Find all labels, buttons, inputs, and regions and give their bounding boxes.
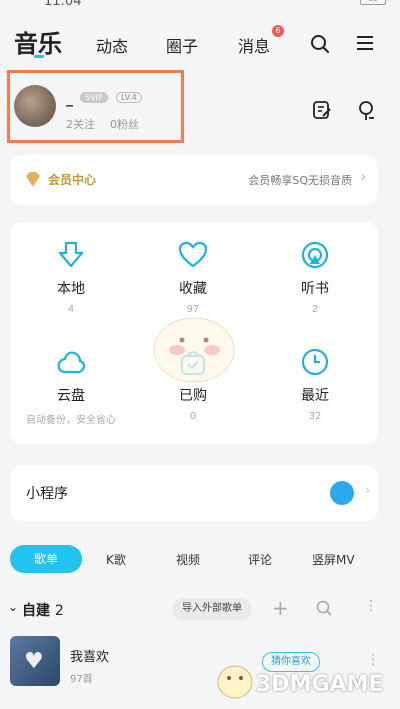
tab-messages[interactable]: 消息 <box>238 33 270 57</box>
profile-card[interactable]: _ SVIP LV.4 2关注 0粉丝 <box>7 70 184 143</box>
grid-item-local[interactable]: 本地 4 <box>10 240 132 340</box>
grid-item-label: 本地 <box>57 281 85 297</box>
tab-karaoke[interactable]: K歌 <box>106 551 126 568</box>
battery-icon: 86 <box>360 0 386 5</box>
chevron-right-icon: › <box>365 483 370 497</box>
tab-videos[interactable]: 视频 <box>176 551 200 568</box>
svip-badge: SVIP <box>80 92 108 103</box>
grid-item-label: 听书 <box>301 281 329 297</box>
grid-item-label: 云盘 <box>57 388 85 404</box>
tab-feed[interactable]: 动态 <box>96 33 128 57</box>
grid-item-count: 4 <box>67 304 75 315</box>
vip-promo-text: 会员畅享SQ无损音质 <box>248 174 352 187</box>
grid-item-count: 2 <box>311 304 319 315</box>
level-badge: LV.4 <box>116 92 142 103</box>
tab-playlists[interactable]: 歌单 <box>10 545 82 573</box>
mini-program-label: 小程序 <box>26 486 68 502</box>
playlist-cover: ♥ <box>10 636 60 686</box>
self-built-header: ⌄ 自建 2 导入外部歌单 + ⋮ <box>8 596 392 620</box>
fans-count[interactable]: 0粉丝 <box>110 116 139 132</box>
playlist-title: 我喜欢 <box>70 650 110 665</box>
grid-item-label: 收藏 <box>179 281 207 297</box>
tab-circle[interactable]: 圈子 <box>166 33 198 57</box>
mini-program-card[interactable]: 小程序 › <box>10 465 378 521</box>
heart-icon: ♥ <box>24 649 44 674</box>
search-icon[interactable] <box>310 34 330 54</box>
message-badge: 6 <box>272 25 284 37</box>
grid-item-count: 32 <box>308 411 322 422</box>
active-tab-indicator <box>34 55 44 58</box>
grid-item-subtitle: 自动备份，安全省心 <box>26 415 116 426</box>
tab-comments[interactable]: 评论 <box>248 551 272 568</box>
chevron-right-icon: › <box>360 170 366 185</box>
following-count[interactable]: 2关注 <box>66 116 95 132</box>
tab-music-label: 音乐 <box>14 30 62 58</box>
top-nav: 音乐 动态 圈子 消息 6 <box>0 24 400 64</box>
avatar[interactable] <box>14 85 56 127</box>
profile-name: _ <box>66 91 73 107</box>
grid-item-recent[interactable]: 最近 32 <box>254 347 376 447</box>
microphone-icon[interactable] <box>356 100 376 122</box>
diamond-icon <box>26 172 40 187</box>
heart-icon <box>178 241 208 268</box>
grid-item-audiobook[interactable]: 听书 2 <box>254 240 376 340</box>
status-bar: 11:04 86 <box>0 0 400 10</box>
status-time: 11:04 <box>44 0 82 9</box>
menu-icon[interactable] <box>356 34 374 52</box>
content-tabs: 歌单 K歌 视频 评论 竖屏MV <box>10 545 390 573</box>
cloud-icon <box>57 351 86 374</box>
clock-icon <box>301 348 329 376</box>
import-playlist-button[interactable]: 导入外部歌单 <box>172 598 252 620</box>
mini-program-icon <box>330 481 354 505</box>
mascot-watermark <box>153 317 235 383</box>
grid-item-cloud[interactable]: 云盘 自动备份，安全省心 <box>10 347 132 447</box>
site-watermark: 3DMGAME <box>216 656 400 706</box>
edit-icon[interactable] <box>312 100 332 120</box>
more-icon[interactable]: ⋮ <box>364 598 378 614</box>
grid-item-count: 0 <box>189 411 197 422</box>
add-icon[interactable]: + <box>272 596 289 620</box>
search-icon[interactable] <box>316 600 332 616</box>
podcast-icon <box>301 241 329 269</box>
chevron-down-icon[interactable]: ⌄ <box>8 600 18 614</box>
tab-music[interactable]: 音乐 <box>14 24 62 59</box>
watermark-text: 3DMGAME <box>256 672 384 697</box>
grid-item-label: 最近 <box>301 388 329 404</box>
vip-center-card[interactable]: 会员中心 会员畅享SQ无损音质 › <box>10 155 378 205</box>
tab-vertical-mv[interactable]: 竖屏MV <box>312 551 355 568</box>
vip-center-label: 会员中心 <box>48 173 97 187</box>
playlist-count: 97首 <box>70 674 93 685</box>
download-icon <box>58 241 84 268</box>
self-built-label[interactable]: 自建 2 <box>22 600 64 620</box>
mascot-logo-icon <box>217 665 253 699</box>
